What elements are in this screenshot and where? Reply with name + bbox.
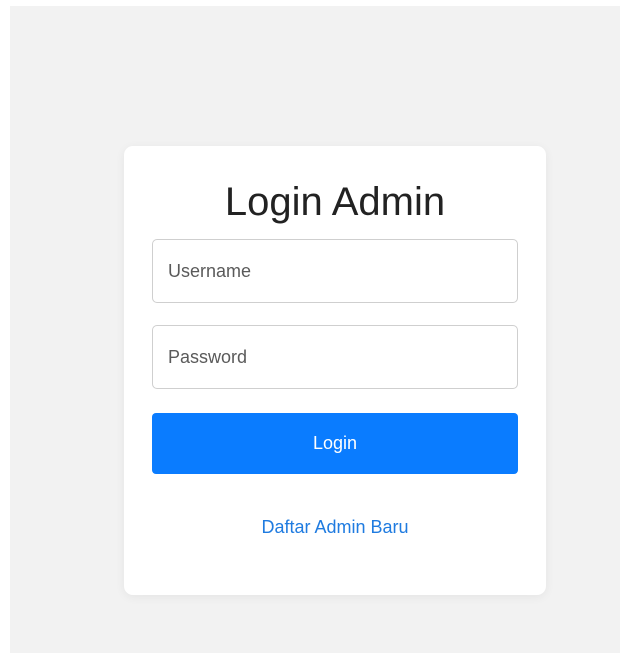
login-button[interactable]: Login <box>152 413 518 474</box>
register-admin-link[interactable]: Daftar Admin Baru <box>124 516 546 538</box>
password-input[interactable] <box>152 325 518 389</box>
page-background: Login Admin Login Daftar Admin Baru <box>10 6 620 653</box>
login-title: Login Admin <box>224 180 446 224</box>
username-input[interactable] <box>152 239 518 303</box>
login-card: Login Admin Login Daftar Admin Baru <box>124 146 546 595</box>
